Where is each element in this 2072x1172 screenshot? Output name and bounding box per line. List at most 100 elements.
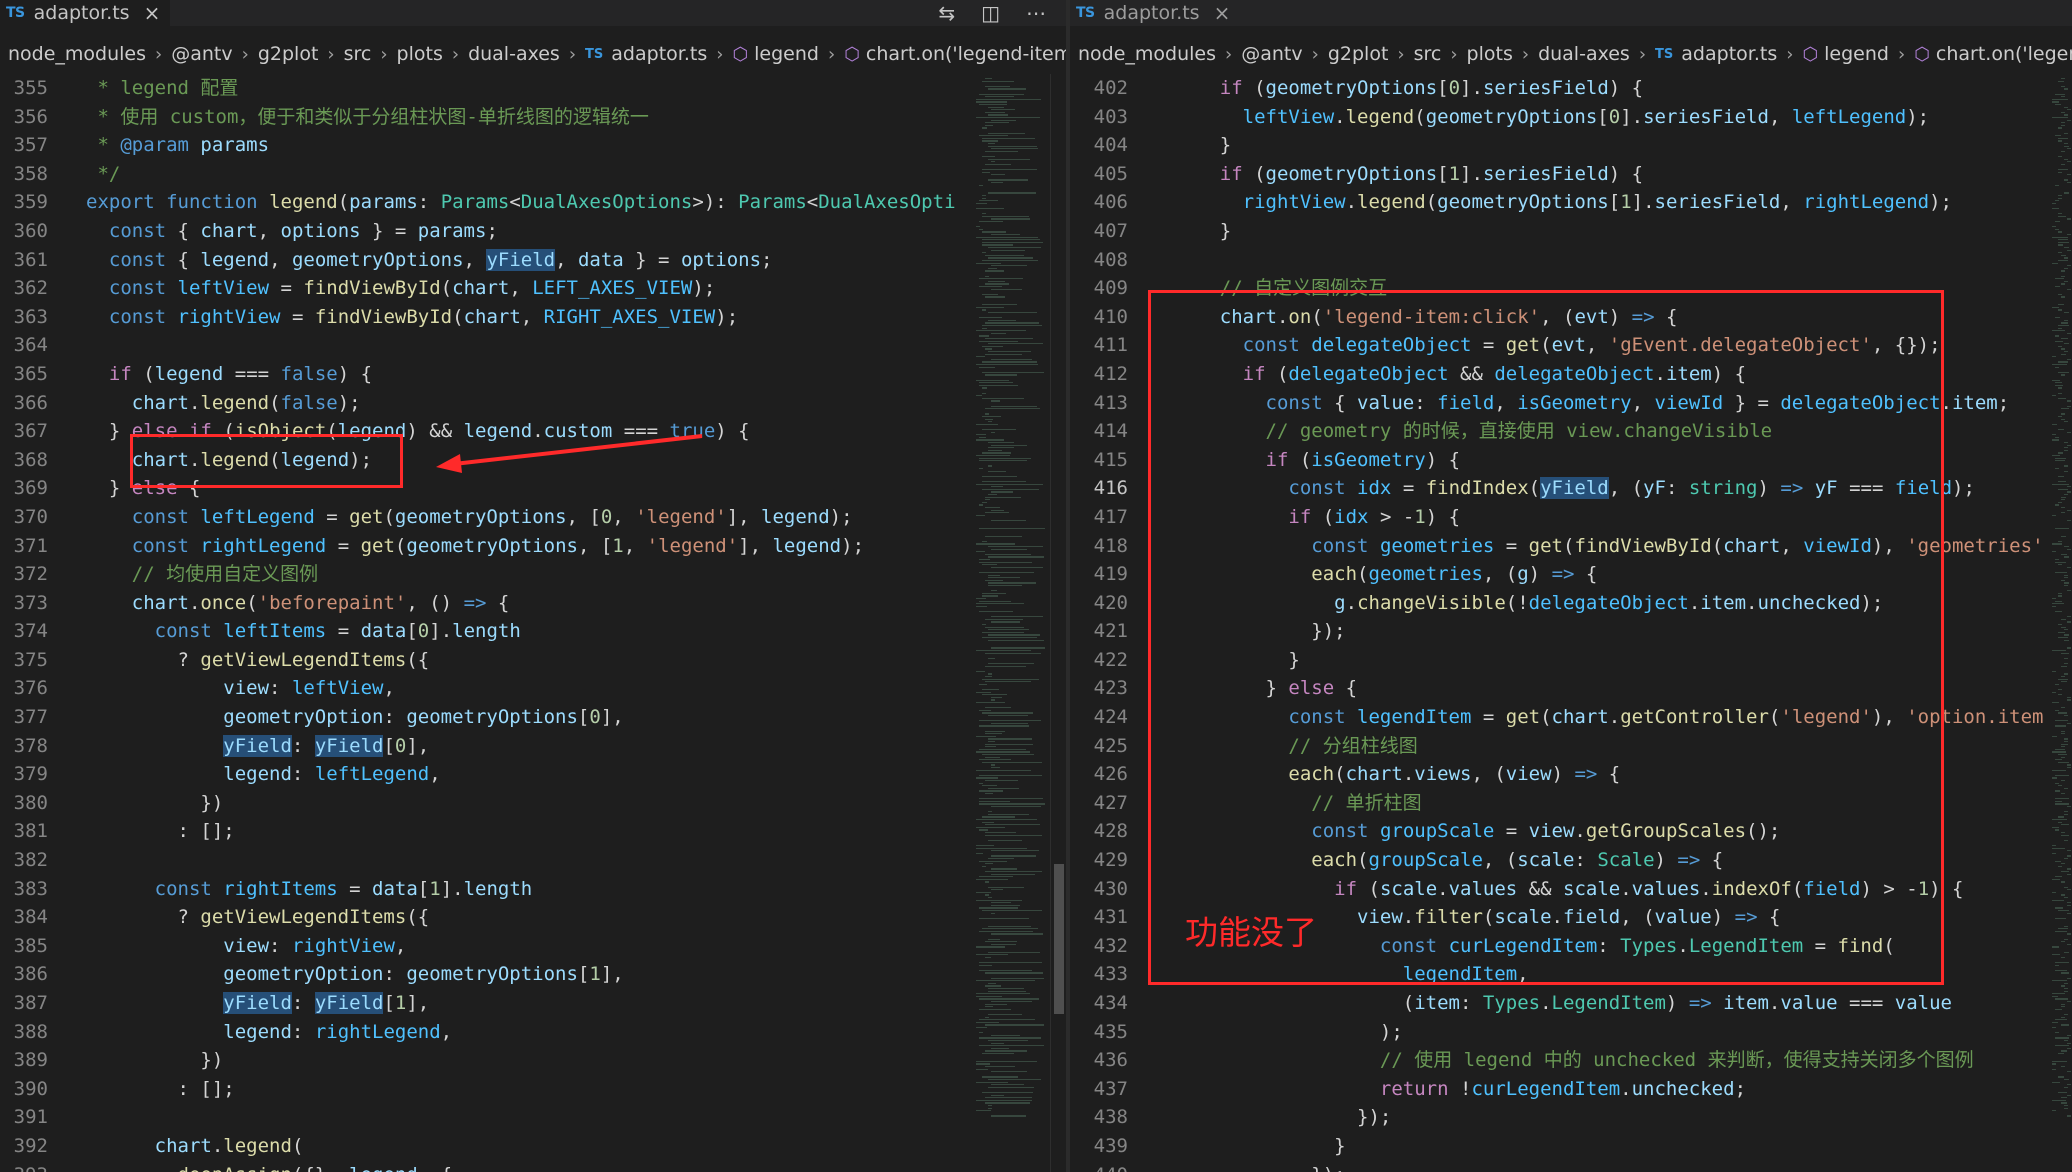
code-line[interactable]: 405 if (geometryOptions[1].seriesField) …	[1070, 160, 2072, 189]
minimap-line	[2052, 98, 2068, 100]
code-token: 0	[1608, 105, 1621, 128]
minimap[interactable]	[2050, 74, 2072, 1172]
minimap-line	[985, 1003, 1007, 1005]
scrollbar-thumb[interactable]	[1054, 864, 1064, 1014]
breadcrumb-item[interactable]: TS adaptor.ts	[585, 43, 707, 65]
code-line[interactable]: 384 ? getViewLegendItems({	[0, 903, 1066, 932]
minimap-line	[991, 850, 1039, 852]
more-actions-icon[interactable]: ⋯	[1026, 1, 1046, 25]
breadcrumb-item[interactable]: src	[344, 43, 372, 65]
code-token: 0	[417, 620, 430, 643]
minimap-line	[988, 1079, 1041, 1081]
breadcrumb-item[interactable]: @antv	[1241, 43, 1302, 65]
minimap-line	[991, 1047, 1009, 1049]
breadcrumb-item[interactable]: ⬡chart.on('legend-ite	[1914, 43, 2072, 65]
vertical-scrollbar[interactable]	[1050, 74, 1066, 1172]
code-line[interactable]: 363 const rightView = findViewById(chart…	[0, 303, 1066, 332]
code-line[interactable]: 372 // 均使用自定义图例	[0, 560, 1066, 589]
code-line[interactable]: 407 }	[1070, 217, 2072, 246]
code-line[interactable]: 376 view: leftView,	[0, 674, 1066, 703]
code-line[interactable]: 391	[0, 1103, 1066, 1132]
tab-adaptor-ts[interactable]: TS adaptor.ts ×	[1070, 0, 1241, 26]
code-line[interactable]: 381 : [];	[0, 817, 1066, 846]
breadcrumb-item[interactable]: g2plot	[1328, 43, 1389, 65]
code-line[interactable]: 406 rightView.legend(geometryOptions[1].…	[1070, 188, 2072, 217]
code-line[interactable]: 360 const { chart, options } = params;	[0, 217, 1066, 246]
code-text: return !curLegendItem.unchecked;	[1128, 1075, 1746, 1104]
line-number: 379	[13, 763, 48, 786]
code-line[interactable]: 435 );	[1070, 1018, 2072, 1047]
code-line[interactable]: 374 const leftItems = data[0].length	[0, 617, 1066, 646]
code-line[interactable]: 371 const rightLegend = get(geometryOpti…	[0, 532, 1066, 561]
code-line[interactable]: 402 if (geometryOptions[0].seriesField) …	[1070, 74, 2072, 103]
breadcrumb-item[interactable]: ⬡chart.on('legend-item:click')	[844, 43, 1066, 65]
breadcrumb-item[interactable]: plots	[1467, 43, 1513, 65]
code-line[interactable]: 364	[0, 331, 1066, 360]
minimap-line	[979, 748, 1026, 750]
breadcrumb-label: src	[1413, 43, 1442, 65]
code-token: *	[86, 134, 121, 157]
breadcrumb-item[interactable]: g2plot	[258, 43, 319, 65]
code-line[interactable]: 393 deepAssign({}, legend, {	[0, 1161, 1066, 1172]
breadcrumb-item[interactable]: TS adaptor.ts	[1655, 43, 1777, 65]
code-line[interactable]: 437 return !curLegendItem.unchecked;	[1070, 1075, 2072, 1104]
code-token: [	[1597, 105, 1609, 128]
code-line[interactable]: 404 }	[1070, 131, 2072, 160]
annotation-feature-lost: 功能没了	[1185, 913, 1317, 952]
breadcrumb-item[interactable]: @antv	[171, 43, 232, 65]
code-line[interactable]: 356 * 使用 custom，便于和类似于分组柱状图-单折线图的逻辑统一	[0, 103, 1066, 132]
code-line[interactable]: 373 chart.once('beforepaint', () => {	[0, 589, 1066, 618]
split-editor-icon[interactable]: ◫	[981, 1, 1000, 25]
code-line[interactable]: 378 yField: yField[0],	[0, 732, 1066, 761]
code-line[interactable]: 377 geometryOption: geometryOptions[0],	[0, 703, 1066, 732]
code-line[interactable]: 370 const leftLegend = get(geometryOptio…	[0, 503, 1066, 532]
code-line[interactable]: 375 ? getViewLegendItems({	[0, 646, 1066, 675]
code-line[interactable]: 385 view: rightView,	[0, 932, 1066, 961]
code-line[interactable]: 358 */	[0, 160, 1066, 189]
code-token: LEFT_AXES_VIEW	[532, 277, 693, 300]
code-line[interactable]: 392 chart.legend(	[0, 1132, 1066, 1161]
code-line[interactable]: 388 legend: rightLegend,	[0, 1018, 1066, 1047]
code-line[interactable]: 408	[1070, 246, 2072, 275]
minimap-line	[988, 145, 1037, 147]
code-line[interactable]: 434 (item: Types.LegendItem) => item.val…	[1070, 989, 2072, 1018]
code-line[interactable]: 357 * @param params	[0, 131, 1066, 160]
code-line[interactable]: 440 });	[1070, 1161, 2072, 1172]
code-line[interactable]: 403 leftView.legend(geometryOptions[0].s…	[1070, 103, 2072, 132]
breadcrumb-item[interactable]: src	[1414, 43, 1442, 65]
minimap-line	[2061, 746, 2065, 748]
code-editor[interactable]: 355 * legend 配置 356 * 使用 custom，便于和类似于分组柱…	[0, 74, 1066, 1172]
code-line[interactable]: 366 chart.legend(false);	[0, 389, 1066, 418]
close-icon[interactable]: ×	[144, 1, 161, 25]
minimap-line	[2064, 447, 2068, 449]
code-line[interactable]: 438 });	[1070, 1103, 2072, 1132]
code-line[interactable]: 382	[0, 846, 1066, 875]
code-line[interactable]: 365 if (legend === false) {	[0, 360, 1066, 389]
open-changes-icon[interactable]: ⇆	[938, 1, 955, 25]
close-icon[interactable]: ×	[1214, 1, 1231, 25]
tab-adaptor-ts[interactable]: TS adaptor.ts ×	[0, 0, 171, 26]
minimap[interactable]	[974, 74, 1050, 1172]
code-line[interactable]: 362 const leftView = findViewById(chart,…	[0, 274, 1066, 303]
breadcrumb-item[interactable]: ⬡ legend	[1802, 43, 1889, 65]
code-line[interactable]: 359 export function legend(params: Params…	[0, 188, 1066, 217]
breadcrumb-item[interactable]: dual-axes	[1538, 43, 1630, 65]
minimap-line	[2055, 917, 2066, 919]
code-line[interactable]: 386 geometryOption: geometryOptions[1],	[0, 960, 1066, 989]
minimap-line	[2061, 96, 2065, 98]
code-line[interactable]: 387 yField: yField[1],	[0, 989, 1066, 1018]
code-line[interactable]: 383 const rightItems = data[1].length	[0, 875, 1066, 904]
breadcrumb-item[interactable]: node_modules	[1078, 43, 1216, 65]
code-line[interactable]: 361 const { legend, geometryOptions, yFi…	[0, 246, 1066, 275]
code-line[interactable]: 380 })	[0, 789, 1066, 818]
breadcrumb-item[interactable]: node_modules	[8, 43, 146, 65]
code-line[interactable]: 379 legend: leftLegend,	[0, 760, 1066, 789]
code-line[interactable]: 390 : [];	[0, 1075, 1066, 1104]
code-line[interactable]: 355 * legend 配置	[0, 74, 1066, 103]
breadcrumb-item[interactable]: plots	[397, 43, 443, 65]
code-line[interactable]: 389 })	[0, 1046, 1066, 1075]
code-line[interactable]: 439 }	[1070, 1132, 2072, 1161]
code-line[interactable]: 436 // 使用 legend 中的 unchecked 来判断，使得支持关闭…	[1070, 1046, 2072, 1075]
breadcrumb-item[interactable]: dual-axes	[468, 43, 560, 65]
breadcrumb-item[interactable]: ⬡ legend	[732, 43, 819, 65]
